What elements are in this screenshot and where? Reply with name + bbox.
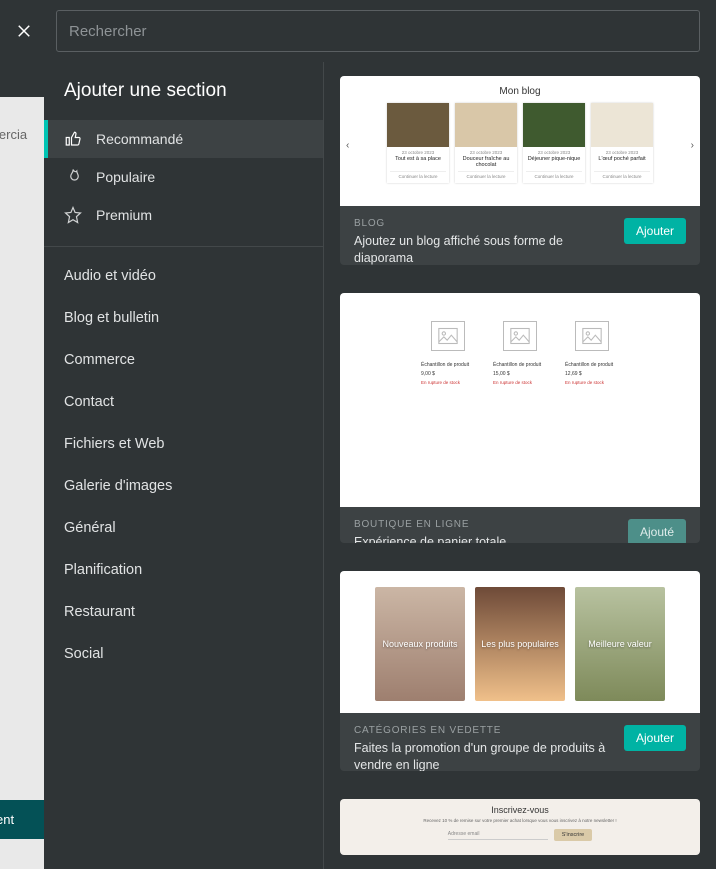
sidebar-cat-files-web[interactable]: Fichiers et Web — [44, 423, 323, 465]
section-card-newsletter: Inscrivez-vous Recevez 10 % de remise su… — [340, 799, 700, 855]
card-description: Faites la promotion d'un groupe de produ… — [354, 740, 612, 771]
sidebar-pill-recommended[interactable]: Recommandé — [44, 120, 323, 158]
sidebar-cat-planning[interactable]: Planification — [44, 549, 323, 591]
carousel-prev-icon[interactable]: ‹ — [346, 140, 349, 151]
card-category-label: BOUTIQUE EN LIGNE — [354, 519, 616, 530]
blog-preview-title: Mon blog — [376, 86, 664, 97]
blog-preview: ‹ › Mon blog 23 octobre 2023 Tout est à … — [340, 76, 700, 206]
image-placeholder-icon — [575, 321, 609, 351]
close-button[interactable] — [10, 17, 38, 45]
sidebar-cat-general[interactable]: Général — [44, 507, 323, 549]
newsletter-submit-button: S'inscrire — [554, 829, 592, 841]
blog-post-tile: 23 octobre 2023 Douceur fraîche au choco… — [455, 103, 517, 183]
blog-post-tile: 23 octobre 2023 Déjeuner pique-nique Con… — [523, 103, 585, 183]
thumbs-up-icon — [64, 130, 82, 148]
section-cards-list: ‹ › Mon blog 23 octobre 2023 Tout est à … — [324, 62, 716, 869]
card-category-label: CATÉGORIES EN VEDETTE — [354, 725, 612, 736]
shop-preview: Échantillon de produit 9,00 $ En rupture… — [340, 293, 700, 507]
newsletter-preview: Inscrivez-vous Recevez 10 % de remise su… — [340, 799, 700, 855]
sidebar-pill-label: Populaire — [96, 169, 155, 185]
sidebar-cat-blog-bulletin[interactable]: Blog et bulletin — [44, 297, 323, 339]
categories-preview: Nouveaux produits Les plus populaires Me… — [340, 571, 700, 713]
sidebar-pill-label: Premium — [96, 207, 152, 223]
sidebar-cat-commerce[interactable]: Commerce — [44, 339, 323, 381]
card-description: Ajoutez un blog affiché sous forme de di… — [354, 233, 612, 265]
search-field-wrap[interactable] — [56, 10, 700, 52]
sidebar-cat-contact[interactable]: Contact — [44, 381, 323, 423]
newsletter-subtitle: Recevez 10 % de remise sur votre premier… — [400, 818, 640, 823]
sidebar-cat-audio-video[interactable]: Audio et vidéo — [44, 255, 323, 297]
add-button[interactable]: Ajouter — [624, 218, 686, 244]
blog-post-image — [387, 103, 449, 147]
search-input[interactable] — [69, 23, 687, 40]
product-tile: Échantillon de produit 9,00 $ En rupture… — [421, 321, 475, 507]
sidebar-cat-social[interactable]: Social — [44, 633, 323, 675]
add-button[interactable]: Ajouter — [624, 725, 686, 751]
add-section-overlay: Ajouter une section Recommandé Populaire… — [0, 0, 716, 869]
image-placeholder-icon — [503, 321, 537, 351]
sidebar-title: Ajouter une section — [44, 62, 323, 120]
carousel-next-icon[interactable]: › — [691, 140, 694, 151]
product-tile: Échantillon de produit 15,00 $ En ruptur… — [493, 321, 547, 507]
star-icon — [64, 206, 82, 224]
category-tile: Nouveaux produits — [375, 587, 465, 701]
card-category-label: BLOG — [354, 218, 612, 229]
topbar — [0, 0, 716, 62]
sidebar-pill-popular[interactable]: Populaire — [44, 158, 323, 196]
sidebar-cat-image-gallery[interactable]: Galerie d'images — [44, 465, 323, 507]
sidebar-pill-premium[interactable]: Premium — [44, 196, 323, 234]
sidebar-cat-restaurant[interactable]: Restaurant — [44, 591, 323, 633]
sidebar-divider — [44, 246, 323, 247]
newsletter-title: Inscrivez-vous — [400, 805, 640, 815]
section-card-featured-categories: Nouveaux produits Les plus populaires Me… — [340, 571, 700, 771]
blog-post-image — [455, 103, 517, 147]
blog-post-tile: 23 octobre 2023 L'œuf poché parfait Cont… — [591, 103, 653, 183]
product-tile: Échantillon de produit 12,69 $ En ruptur… — [565, 321, 619, 507]
added-button: Ajouté — [628, 519, 686, 543]
sidebar-pill-label: Recommandé — [96, 131, 183, 147]
blog-post-image — [591, 103, 653, 147]
close-icon — [15, 22, 33, 40]
section-card-shop: Échantillon de produit 9,00 $ En rupture… — [340, 293, 700, 543]
blog-post-tile: 23 octobre 2023 Tout est à sa place Cont… — [387, 103, 449, 183]
category-tile: Les plus populaires — [475, 587, 565, 701]
flame-icon — [64, 168, 82, 186]
blog-post-image — [523, 103, 585, 147]
newsletter-email-field: Adresse email — [448, 829, 548, 840]
category-tile: Meilleure valeur — [575, 587, 665, 701]
section-card-blog: ‹ › Mon blog 23 octobre 2023 Tout est à … — [340, 76, 700, 265]
image-placeholder-icon — [431, 321, 465, 351]
card-description: Expérience de panier totale — [354, 534, 616, 543]
sidebar: Ajouter une section Recommandé Populaire… — [44, 62, 324, 869]
